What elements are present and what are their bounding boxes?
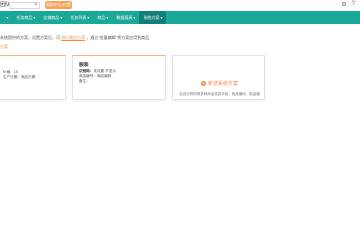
nav-item-0[interactable]: · ▾ [0,11,12,24]
help-center-button[interactable]: 帮助中心/付费 [45,1,72,9]
card-label: 备注： [79,79,90,83]
chevron-down-icon: ▾ [133,15,136,20]
nav-item-label: 数据报表 [116,15,133,20]
nav-item-label: 任务商品 [16,15,33,20]
plus-icon: + [200,81,206,86]
nav-item-reports[interactable]: 数据报表 ▾ [112,11,139,24]
search-input[interactable]: ✕ [9,2,40,9]
nav-item-label: 系统方案 [143,15,160,20]
chevron-down-icon: ▾ [160,15,163,20]
chevron-down-icon: ▾ [6,15,9,20]
card-label: 价格： [3,70,14,74]
help-icon[interactable]: ? [352,1,355,8]
nav-item-task-list[interactable]: 任务列表 ▾ [66,11,93,24]
card-value: 未设置 不显示 [93,69,116,73]
chevron-down-icon: ▾ [87,15,90,20]
scheme-card[interactable]: 价格：15 生产日期、商品日期 [0,55,66,100]
chevron-down-icon: ▾ [106,15,109,20]
scheme-card-clothing[interactable]: 服装 识别码：未设置 不显示 商品编号：商品编码 备注： [72,55,166,100]
info-text: 系统提供的方案，设置方案后，可 进入商品方案 ，通过"批量编辑"将方案应用到商品 [0,35,149,41]
nav-item-label: · [4,15,6,20]
scheme-link[interactable]: 进入商品方案 [61,35,85,40]
card-value: 商品编码 [96,74,112,78]
card-title: 服装 [79,63,89,68]
chevron-down-icon: ▾ [33,15,36,20]
chevron-down-icon: ▾ [60,15,63,20]
add-scheme-button[interactable]: + 新增系统方案 [200,80,238,87]
nav-item-goods[interactable]: 商品 ▾ [93,11,112,24]
card-label: 识别码： [79,69,94,73]
top-bar: 团队 ✕ 帮助中心/付费 ⚙ ? [0,0,360,11]
info-suffix: ，通过"批量编辑"将方案应用到商品 [86,35,150,40]
add-scheme-card[interactable]: + 新增系统方案 包含识别码等多种商品信息字段，商品编码，批量编 [172,55,265,100]
card-value: 15 [13,70,18,74]
nav-item-label: 店铺商品 [43,15,60,20]
nav-item-shop-goods[interactable]: 店铺商品 ▾ [39,11,66,24]
nav-item-task-goods[interactable]: 任务商品 ▾ [12,11,39,24]
card-label: 商品编号： [79,74,97,78]
section-title: 方案 [0,44,8,49]
settings-icon[interactable]: ⚙ [341,1,346,8]
add-scheme-desc: 包含识别码等多种商品信息字段，商品编码，批量编 [179,92,260,96]
nav-item-label: 任务列表 [70,15,87,20]
card-value: 生产日期、商品日期 [3,75,36,79]
card-line: 生产日期、商品日期 [3,75,35,80]
nav-item-system-scheme[interactable]: 系统方案 ▾ [139,11,167,24]
info-prefix: 系统提供的方案，设置方案后，可 [0,35,60,40]
main-nav: · ▾ 任务商品 ▾ 店铺商品 ▾ 任务列表 ▾ 商品 ▾ 数据报表 ▾ 系统方… [0,11,360,24]
add-scheme-label: 新增系统方案 [207,81,238,87]
clear-icon[interactable]: ✕ [34,2,38,9]
nav-item-label: 商品 [97,15,106,20]
card-row: 备注： [79,79,90,84]
